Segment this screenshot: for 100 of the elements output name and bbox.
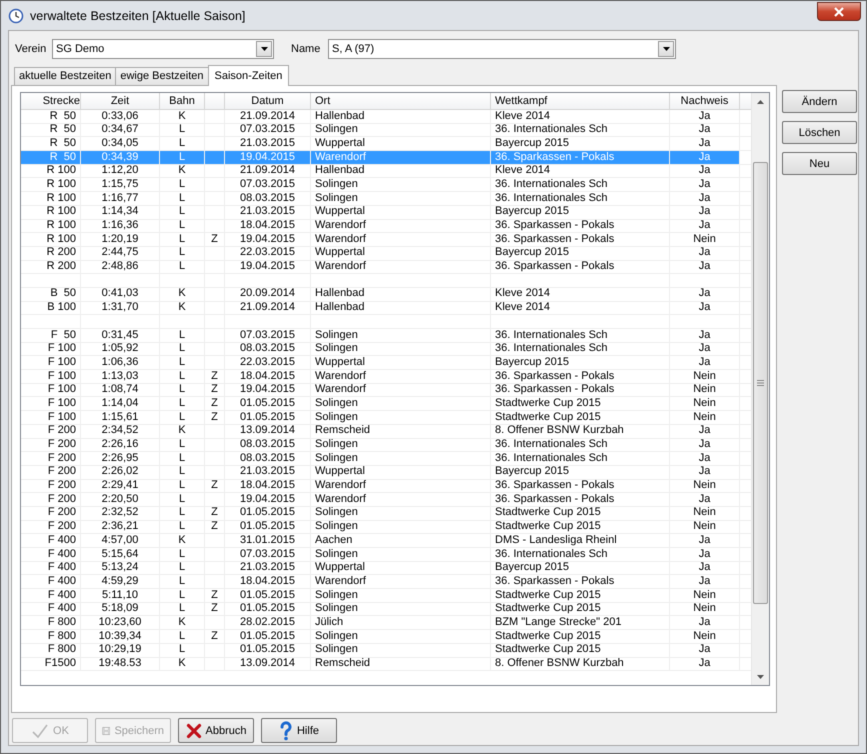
table-cell: L (178, 232, 186, 246)
table-row[interactable]: F 800 10:29,19 L 01.05.2015 Solingen Stadtwerke Cup 2015 Ja (21, 644, 751, 658)
table-cell: F 400 (48, 574, 76, 589)
table-row[interactable]: R 100 1:12,20 K 21.09.2014 Hallenbad Kleve 2014 Ja (21, 164, 751, 178)
table-row[interactable]: F 100 1:13,03 L Z 18.04.2015 Warendorf 36. Sparkassen - Pokals Nein (21, 370, 751, 384)
table-cell: Solingen (315, 192, 358, 206)
tab[interactable]: aktuelle Bestzeiten (14, 67, 116, 85)
table-row[interactable]: F 100 1:15,61 L Z 01.05.2015 Solingen Stadtwerke Cup 2015 Nein (21, 411, 751, 425)
table-row[interactable]: F 100 1:08,74 L Z 19.04.2015 Warendorf 36. Sparkassen - Pokals Nein (21, 384, 751, 398)
table-cell: 36. Sparkassen - Pokals (495, 492, 614, 506)
table-row[interactable]: F 100 1:06,36 L 22.03.2015 Wuppertal Bayercup 2015 Ja (21, 356, 751, 370)
table-cell: B 50 (50, 287, 76, 302)
table-cell: 36. Internationales Sch (495, 438, 608, 452)
table-row[interactable]: F 200 2:20,50 L 19.04.2015 Warendorf 36. Sparkassen - Pokals Ja (21, 493, 751, 507)
table-cell: 01.05.2015 (240, 602, 296, 616)
table-row[interactable]: F 200 2:36,21 L Z 01.05.2015 Solingen Stadtwerke Cup 2015 Nein (21, 520, 751, 534)
cancel-button[interactable]: Abbruch (178, 718, 254, 743)
tab[interactable]: Saison-Zeiten (208, 65, 290, 86)
table-cell: R 50 (50, 136, 76, 151)
table-row[interactable]: F 200 2:34,52 K 13.09.2014 Remscheid 8. Offener BSNW Kurzbah Ja (21, 424, 751, 438)
table-cell: F 100 (48, 370, 76, 384)
dropdown-field[interactable]: S, A (97) (328, 39, 676, 59)
action-button[interactable]: Neu (782, 152, 857, 175)
action-button[interactable]: Löschen (782, 121, 857, 144)
table-cell: F 200 (48, 479, 76, 493)
help-button[interactable]: Hilfe (261, 718, 337, 743)
table-cell: L (178, 136, 186, 151)
table-row[interactable]: R 100 1:16,36 L 18.04.2015 Warendorf 36. Sparkassen - Pokals Ja (21, 220, 751, 234)
table-cell: Bayercup 2015 (495, 136, 569, 151)
column-header[interactable]: Nachweis (670, 93, 740, 109)
table-row[interactable]: B 100 1:31,70 K 21.09.2014 Hallenbad Kleve 2014 Ja (21, 302, 751, 316)
column-header[interactable]: Ort (311, 93, 491, 109)
table-cell: Nein (693, 520, 716, 534)
table-cell: Warendorf (315, 492, 366, 506)
table-row[interactable]: F 100 1:14,04 L Z 01.05.2015 Solingen Stadtwerke Cup 2015 Nein (21, 397, 751, 412)
column-header[interactable]: Wettkampf (491, 93, 670, 109)
table-row[interactable]: F 200 2:29,41 L Z 18.04.2015 Warendorf 36. Sparkassen - Pokals Nein (21, 480, 751, 494)
table-cell: F 400 (48, 548, 76, 562)
table-cell: Remscheid (315, 657, 370, 671)
table-cell: Ja (698, 246, 710, 260)
table-cell: Warendorf (315, 232, 366, 246)
table-row[interactable]: R 100 1:20,19 L Z 19.04.2015 Warendorf 36. Sparkassen - Pokals Nein (21, 233, 751, 247)
table-row[interactable]: F 400 4:57,00 K 31.01.2015 Aachen DMS - Landesliga Rheinl Ja (21, 534, 751, 548)
table-cell: Hallenbad (315, 164, 365, 178)
table-cell: 01.05.2015 (240, 396, 296, 411)
table-row[interactable]: F 200 2:26,02 L 21.03.2015 Wuppertal Bayercup 2015 Ja (21, 466, 751, 480)
table-cell: 13.09.2014 (240, 657, 296, 671)
dropdown-field[interactable]: SG Demo (52, 39, 274, 59)
table-cell: F 400 (48, 588, 76, 602)
table-cell: 10:23,60 (98, 616, 142, 630)
table-row[interactable]: F 800 10:39,34 L Z 01.05.2015 Solingen Stadtwerke Cup 2015 Nein (21, 630, 751, 644)
table-row[interactable]: F1500 19:48.53 K 13.09.2014 Remscheid 8. Offener BSNW Kurzbah Ja (21, 658, 751, 672)
table-row[interactable]: R 200 2:44,75 L 22.03.2015 Wuppertal Bayercup 2015 Ja (21, 246, 751, 261)
column-header[interactable]: Datum (225, 93, 311, 109)
table-cell: Solingen (315, 396, 358, 411)
table-cell: L (178, 588, 186, 602)
table-cell: 8. Offener BSNW Kurzbah (495, 657, 624, 671)
table-cell: 36. Sparkassen - Pokals (495, 232, 614, 246)
table-row[interactable]: F 50 0:31,45 L 07.03.2015 Solingen 36. Internationales Sch Ja (21, 329, 751, 343)
table-cell: 36. Internationales Sch (495, 192, 608, 206)
table-cell: Solingen (315, 643, 358, 658)
table-row[interactable]: F 200 2:26,16 L 08.03.2015 Solingen 36. Internationales Sch Ja (21, 438, 751, 452)
table-row[interactable]: F 100 1:05,92 L 08.03.2015 Solingen 36. Internationales Sch Ja (21, 342, 751, 356)
table-row[interactable]: F 200 2:26,95 L 08.03.2015 Solingen 36. Internationales Sch Ja (21, 452, 751, 466)
table-row[interactable]: R 50 0:34,67 L 07.03.2015 Solingen 36. Internationales Sch Ja (21, 124, 751, 138)
action-button[interactable]: Ändern (782, 90, 857, 113)
table-cell: Nein (693, 396, 716, 411)
table-row[interactable]: R 50 0:33,06 K 21.09.2014 Hallenbad Kleve 2014 Ja (21, 110, 751, 124)
table-cell: Ja (698, 643, 710, 658)
table-row[interactable]: F 400 5:18,09 L Z 01.05.2015 Solingen Stadtwerke Cup 2015 Nein (21, 602, 751, 616)
table-row[interactable]: F 400 5:15,64 L 07.03.2015 Solingen 36. Internationales Sch Ja (21, 548, 751, 562)
table-cell: Solingen (315, 452, 358, 466)
table-cell: Kleve 2014 (495, 164, 550, 178)
table-cell: 2:48,86 (102, 260, 138, 274)
table-row[interactable]: F 200 2:32,52 L Z 01.05.2015 Solingen Stadtwerke Cup 2015 Nein (21, 506, 751, 521)
table-cell: Nein (693, 479, 716, 493)
table-row[interactable]: F 400 5:11,10 L Z 01.05.2015 Solingen Stadtwerke Cup 2015 Nein (21, 589, 751, 603)
table-cell: Nein (693, 383, 716, 397)
table-cell: Jülich (315, 616, 344, 630)
tab[interactable]: ewige Bestzeiten (115, 67, 209, 85)
column-header[interactable]: Bahn (160, 93, 205, 109)
table-row[interactable]: B 50 0:41,03 K 20.09.2014 Hallenbad Kleve 2014 Ja (21, 288, 751, 302)
table-row[interactable]: R 200 2:48,86 L 19.04.2015 Warendorf 36. Sparkassen - Pokals Ja (21, 260, 751, 274)
table-cell: Ja (698, 657, 710, 671)
column-header[interactable]: Strecke (21, 93, 81, 109)
table-cell: Ja (698, 574, 710, 589)
table-cell: F 200 (48, 506, 76, 520)
table-row[interactable]: F 400 5:13,24 L 21.03.2015 Wuppertal Bayercup 2015 Ja (21, 562, 751, 576)
table-cell: Solingen (315, 630, 358, 644)
table-cell: Z (211, 232, 218, 246)
table-row[interactable]: R 100 1:14,34 L 21.03.2015 Wuppertal Bayercup 2015 Ja (21, 206, 751, 220)
table-cell: Ja (698, 123, 710, 137)
column-header[interactable]: Zeit (81, 93, 160, 109)
table-cell: L (178, 643, 186, 658)
table-row[interactable]: F 400 4:59,29 L 18.04.2015 Warendorf 36. Sparkassen - Pokals Ja (21, 575, 751, 590)
table-row[interactable]: R 100 1:15,75 L 07.03.2015 Solingen 36. Internationales Sch Ja (21, 178, 751, 192)
table-row[interactable]: F 800 10:23,60 K 28.02.2015 Jülich BZM "Lange Strecke" 201 Ja (21, 616, 751, 630)
table-row[interactable]: R 100 1:16,77 L 08.03.2015 Solingen 36. Internationales Sch Ja (21, 192, 751, 206)
table-cell: L (178, 410, 186, 424)
table-cell: R 100 (46, 192, 76, 206)
